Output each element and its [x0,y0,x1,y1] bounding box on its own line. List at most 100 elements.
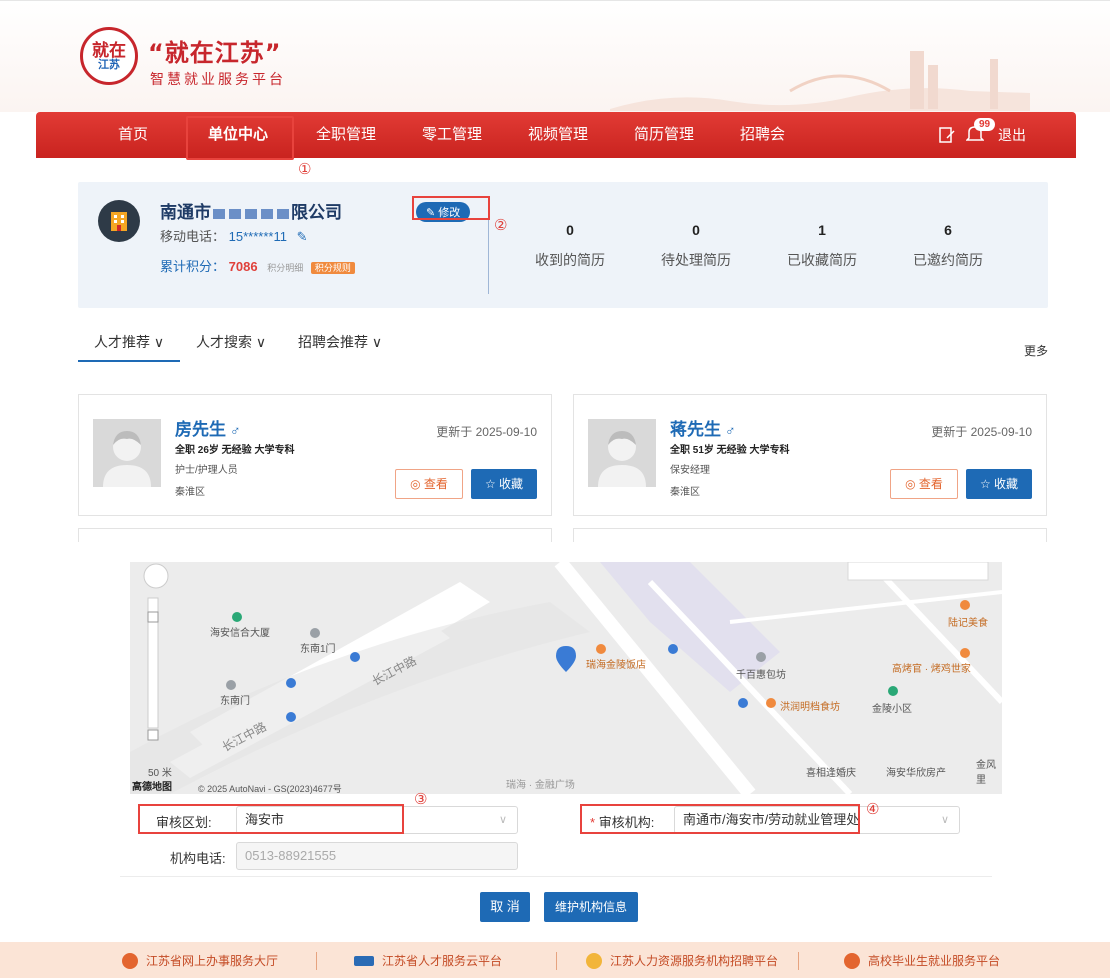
parking-icon [286,678,296,688]
annotation-4: ④ [866,801,880,818]
footer-links: 江苏省网上办事服务大厅 江苏省人才服务云平台 江苏人力资源服务机构招聘平台 高校… [0,942,1110,978]
talent-name-text: 房先生 [175,420,226,439]
org-phone-field: 0513-88921555 [236,842,518,870]
logo-circle-top: 就在 [92,40,126,60]
tab-talent-search[interactable]: 人才搜索 ∨ [196,332,266,352]
eye-icon: ◎ [905,477,916,491]
company-profile-panel: 南通市 限公司 ✎ 修改 移动电话： 15******11 ✎ 累计积分： 708… [78,182,1048,308]
nav-resume[interactable]: 简历管理 [634,112,694,158]
male-icon: ♂ [725,422,736,438]
talent-card[interactable]: 蒋先生 ♂ 全职 51岁 无经验 大学专科 保安经理 秦淮区 更新于 2025-0… [573,394,1047,516]
tab-job-fair-recommend[interactable]: 招聘会推荐 ∨ [298,332,382,352]
chevron-down-icon: ∨ [498,814,507,826]
bus-stop-icon [350,652,360,662]
talent-name[interactable]: 蒋先生 ♂ [670,415,736,440]
restaurant-poi-icon [766,698,776,708]
map-base [130,562,1002,794]
talent-name[interactable]: 房先生 ♂ [175,415,241,440]
building-poi-icon [232,612,242,622]
nav-video[interactable]: 视频管理 [528,112,588,158]
map-scale: 50 米 [148,768,172,779]
stat-pending-value: 0 [692,222,700,238]
more-link[interactable]: 更多 [1024,342,1048,359]
points-detail-link[interactable]: 积分明细 [267,263,303,273]
footer-link-label: 江苏省人才服务云平台 [382,954,503,968]
nav-job-fair[interactable]: 招聘会 [740,112,785,158]
talent-card-stub [573,528,1047,542]
stat-received[interactable]: 0 收到的简历 [510,222,630,270]
notification-bell[interactable]: 99 [965,118,996,146]
company-name: 南通市 限公司 [160,198,342,223]
phone-row: 移动电话： 15******11 ✎ [160,226,307,245]
nav-unit-center[interactable]: 单位中心 [208,112,268,158]
restaurant-poi-icon [596,644,606,654]
maintain-org-button[interactable]: 维护机构信息 [544,892,638,922]
talent-area: 秦淮区 [175,487,205,498]
view-button[interactable]: ◎ 查看 [395,469,463,499]
favorite-button[interactable]: ☆ 收藏 [966,469,1032,499]
talent-cloud-icon [354,955,374,966]
notification-badge: 99 [974,118,996,131]
site-subtitle: 智慧就业服务平台 [150,71,286,87]
footer-link-talent-cloud[interactable]: 江苏省人才服务云平台 [354,952,502,969]
eye-icon: ◎ [410,477,421,491]
points-rule-button[interactable]: 积分规则 [310,262,355,274]
cancel-button[interactable]: 取 消 [480,892,530,922]
points-label: 累计积分： [160,259,226,274]
logout-link[interactable]: 退出 [998,125,1026,145]
stat-invited[interactable]: 6 已邀约简历 [888,222,1008,270]
points-value: 7086 [228,259,258,274]
map-label: 洪润明档食坊 [780,702,840,713]
talent-tabs: 人才推荐 ∨ 人才搜索 ∨ 招聘会推荐 ∨ 更多 [78,332,1048,362]
bus-stop-icon [286,712,296,722]
talent-card[interactable]: 房先生 ♂ 全职 26岁 无经验 大学专科 护士/护理人员 秦淮区 更新于 202… [78,394,552,516]
site-title: “就在江苏” [148,39,282,67]
nav-parttime[interactable]: 零工管理 [422,112,482,158]
talent-name-text: 蒋先生 [670,420,721,439]
stat-favorited[interactable]: 1 已收藏简历 [762,222,882,270]
map-label: 瑞海 · 金融广场 [506,780,575,791]
phone-label: 移动电话： [160,229,226,244]
annotation-2: ② [494,217,508,234]
tab-talent-recommend[interactable]: 人才推荐 ∨ [78,332,181,362]
star-icon: ☆ [979,477,991,491]
building-icon [111,212,127,231]
view-label: 查看 [918,477,943,491]
map-label: 陆记美食 [948,618,988,629]
footer-separator [798,952,799,970]
talent-card-stub [78,528,552,542]
footer-link-graduate[interactable]: 高校毕业生就业服务平台 [844,952,1000,969]
stat-invited-value: 6 [944,222,952,238]
talent-photo [588,419,656,487]
annotation-box-region [138,804,404,834]
nav-fulltime[interactable]: 全职管理 [316,112,376,158]
map-label: 东南1门 [300,644,336,655]
map-copyright: © 2025 AutoNavi - GS(2023)4677号 [198,784,342,794]
stat-favorited-label: 已收藏简历 [787,252,857,268]
view-button[interactable]: ◎ 查看 [890,469,958,499]
skyline-decoration [610,51,1030,111]
map-label: 高烤官 · 烤鸡世家 [892,664,971,675]
view-label: 查看 [423,477,448,491]
footer-link-label: 高校毕业生就业服务平台 [868,954,1001,968]
footer-link-gov-service[interactable]: 江苏省网上办事服务大厅 [122,952,278,969]
site-logo[interactable]: 就在 江苏 [80,27,138,85]
main-nav: 首页 单位中心 全职管理 零工管理 视频管理 简历管理 招聘会 99 退出 [36,112,1076,158]
nav-home[interactable]: 首页 [118,112,148,158]
map-label: 金风里 [976,760,996,786]
user-placeholder-icon [598,431,646,487]
annotation-box-org [580,804,860,834]
company-avatar [98,200,140,242]
edit-document-icon[interactable] [938,126,956,144]
footer-link-hr-recruit[interactable]: 江苏人力资源服务机构招聘平台 [586,952,778,969]
chevron-down-icon: ∨ [940,814,949,826]
stat-pending[interactable]: 0 待处理简历 [636,222,756,270]
talent-updated: 更新于 2025-09-10 [436,425,537,439]
company-name-suffix: 限公司 [291,203,342,222]
favorite-button[interactable]: ☆ 收藏 [471,469,537,499]
stat-received-value: 0 [566,222,574,238]
amap-brand: 高德地图 [132,782,172,793]
pencil-icon[interactable]: ✎ [297,229,308,244]
stat-pending-label: 待处理简历 [661,252,731,268]
location-map[interactable]: 海安信合大厦 东南1门 东南门 长江中路 长江中路 瑞海金陵饭店 千百惠包坊 洪… [130,562,1002,794]
